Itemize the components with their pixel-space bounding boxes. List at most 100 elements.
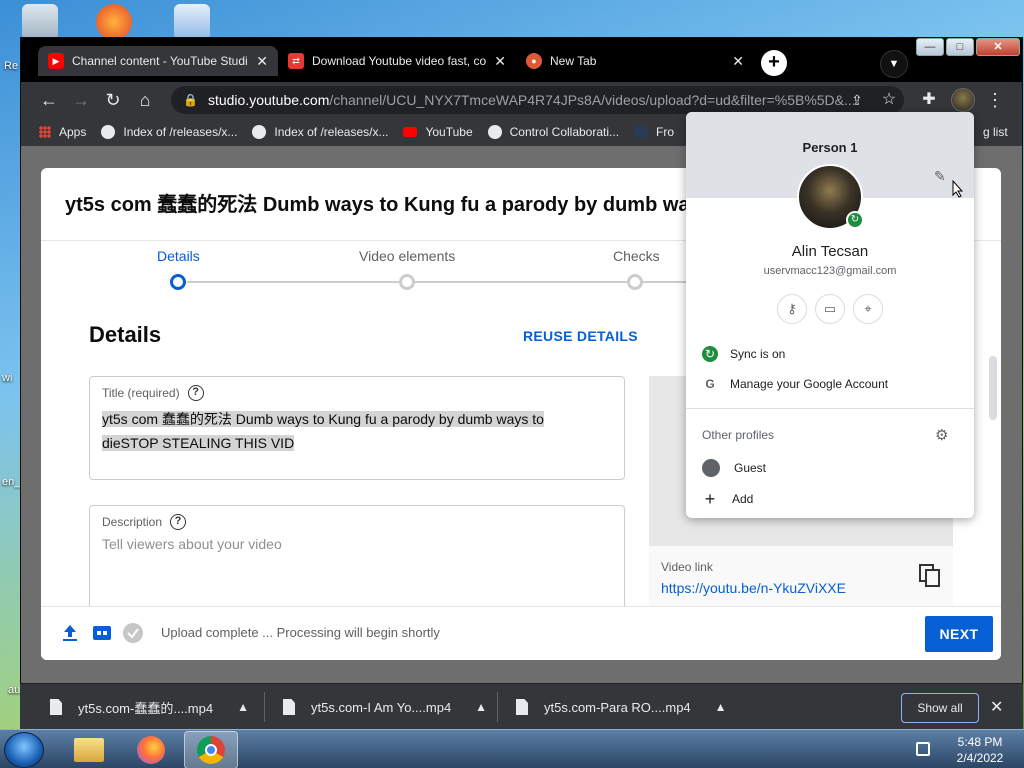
close-tab-icon[interactable]: ✕ — [256, 53, 268, 70]
firefox-taskbar-button[interactable] — [124, 731, 178, 768]
divider — [264, 692, 265, 722]
profile-name: Person 1 — [802, 140, 858, 155]
description-label-text: Description — [102, 515, 163, 529]
bookmark-youtube[interactable]: YouTube — [403, 125, 473, 139]
title-field[interactable]: Title (required) ? yt5s com 蠢蠢的死法 Dumb w… — [89, 376, 625, 480]
bookmark-overflow-label[interactable]: g list — [983, 125, 1008, 139]
checks-complete-icon[interactable] — [123, 623, 143, 643]
globe-icon — [487, 125, 502, 139]
new-tab-button[interactable]: + — [761, 50, 787, 76]
step-dot-checks[interactable] — [627, 274, 643, 290]
gear-icon[interactable]: ⚙ — [935, 426, 948, 444]
start-button[interactable] — [4, 732, 44, 768]
chevron-up-icon[interactable]: ▲ — [237, 700, 249, 714]
bookmark-item[interactable]: Fro — [634, 125, 674, 139]
globe-icon — [101, 125, 116, 139]
extensions-icon[interactable]: ✚ — [917, 88, 941, 112]
bookmark-item[interactable]: Index of /releases/x... — [252, 125, 388, 139]
desktop-label: wi — [2, 372, 13, 384]
chevron-up-icon[interactable]: ▲ — [715, 700, 727, 714]
tab-download-youtube[interactable]: ⇄ Download Youtube video fast, convert ✕ — [278, 46, 516, 76]
forward-icon[interactable]: → — [69, 88, 93, 112]
home-icon[interactable]: ⌂ — [133, 88, 157, 112]
bookmark-item[interactable]: Index of /releases/x... — [101, 125, 237, 139]
step-dot-details[interactable] — [170, 274, 186, 290]
tab-search-chevron-icon[interactable]: ▼ — [880, 50, 908, 78]
bookmark-item[interactable]: Control Collaborati... — [487, 125, 619, 139]
tab-youtube-studio[interactable]: ▶ Channel content - YouTube Studio ✕ — [38, 46, 278, 76]
share-icon[interactable]: ⇪ — [845, 88, 869, 112]
bookmark-star-icon[interactable]: ☆ — [877, 88, 901, 112]
help-icon[interactable]: ? — [170, 514, 187, 530]
copy-icon[interactable] — [919, 564, 941, 588]
title-value[interactable]: yt5s com 蠢蠢的死法 Dumb ways to Kung fu a pa… — [102, 407, 582, 455]
download-item[interactable]: yt5s.com-Para RO....mp4 ▲ — [516, 684, 727, 730]
chrome-taskbar-button[interactable] — [184, 731, 238, 768]
firefox-icon — [137, 736, 165, 764]
bookmark-label: Fro — [656, 125, 675, 139]
step-checks[interactable]: Checks — [613, 248, 660, 264]
video-link[interactable]: https://youtu.be/n-YkuZViXXE — [661, 580, 846, 596]
chevron-up-icon[interactable]: ▲ — [475, 700, 487, 714]
show-all-button[interactable]: Show all — [901, 693, 979, 723]
hd-processing-icon[interactable] — [93, 624, 111, 642]
account-name: Alin Tecsan — [791, 243, 869, 260]
close-icon[interactable]: ✕ — [990, 697, 1003, 717]
step-video-elements[interactable]: Video elements — [359, 248, 455, 264]
reload-icon[interactable]: ↻ — [101, 88, 125, 112]
guest-avatar-icon — [702, 459, 720, 477]
explorer-taskbar-button[interactable] — [62, 731, 116, 768]
step-dot-video-elements[interactable] — [399, 274, 415, 290]
minimize-button[interactable]: — — [916, 38, 944, 56]
close-window-button[interactable]: ✕ — [976, 38, 1020, 56]
apps-icon — [39, 126, 51, 138]
address-bar[interactable]: 🔒 studio.youtube.com /channel/UCU_NYX7Tm… — [171, 86, 904, 114]
bookmark-apps[interactable]: Apps — [39, 125, 86, 139]
next-button[interactable]: NEXT — [925, 616, 993, 652]
system-clock[interactable]: 5:48 PM 2/4/2022 — [940, 734, 1020, 766]
upload-icon[interactable] — [61, 624, 79, 642]
desktop-label: en_ — [2, 476, 21, 488]
menu-kebab-icon[interactable]: ⋮ — [983, 88, 1007, 112]
help-icon[interactable]: ? — [187, 385, 204, 401]
edit-pencil-icon[interactable]: ✎ — [934, 168, 946, 185]
addresses-pin-icon[interactable]: ⌖ — [853, 294, 883, 324]
close-tab-icon[interactable]: ✕ — [494, 53, 506, 70]
youtube-icon: ▶ — [48, 53, 64, 69]
reuse-details-button[interactable]: REUSE DETAILS — [523, 328, 638, 344]
guest-label: Guest — [734, 461, 767, 475]
tab-new-tab[interactable]: ● New Tab ✕ — [516, 46, 754, 76]
download-filename: yt5s.com-Para RO....mp4 — [544, 699, 691, 715]
guest-profile-row[interactable]: Guest — [702, 459, 766, 477]
desktop-label: au — [8, 684, 21, 696]
step-details[interactable]: Details — [157, 248, 200, 264]
window-controls: — □ ✕ — [914, 38, 1020, 56]
taskbar: 5:48 PM 2/4/2022 — [0, 729, 1024, 768]
add-profile-row[interactable]: + Add — [702, 489, 754, 509]
profile-avatar-button[interactable] — [951, 88, 975, 112]
recycle-bin-icon[interactable] — [22, 4, 58, 40]
upload-status: Upload complete ... Processing will begi… — [161, 625, 440, 640]
network-icon[interactable] — [916, 742, 930, 756]
divider — [686, 408, 974, 409]
maximize-button[interactable]: □ — [946, 38, 974, 56]
download-icon: ⇄ — [288, 53, 304, 69]
firefox-desktop-icon[interactable] — [96, 4, 132, 40]
title-field-label: Title (required) ? — [102, 385, 204, 401]
sync-status-row[interactable]: ↻ Sync is on — [702, 346, 785, 362]
sync-icon: ↻ — [702, 346, 718, 362]
passwords-key-icon[interactable]: ⚷ — [777, 294, 807, 324]
manage-account-row[interactable]: G Manage your Google Account — [702, 376, 888, 392]
youtube-icon — [403, 127, 418, 137]
download-item[interactable]: yt5s.com-I Am Yo....mp4 ▲ — [283, 684, 487, 730]
download-filename: yt5s.com-蠢蠢的....mp4 — [78, 700, 214, 716]
download-item[interactable]: yt5s.com-蠢蠢的....mp4 ▲ — [50, 684, 249, 730]
back-icon[interactable]: ← — [37, 88, 61, 112]
page-scrollbar[interactable] — [989, 356, 997, 420]
chrome-desktop-icon[interactable] — [174, 4, 210, 40]
sync-badge-icon: ↻ — [846, 211, 864, 229]
close-tab-icon[interactable]: ✕ — [732, 53, 744, 70]
payment-card-icon[interactable]: ▭ — [815, 294, 845, 324]
account-email: uservmacc123@gmail.com — [763, 265, 897, 277]
globe-icon — [252, 125, 267, 139]
